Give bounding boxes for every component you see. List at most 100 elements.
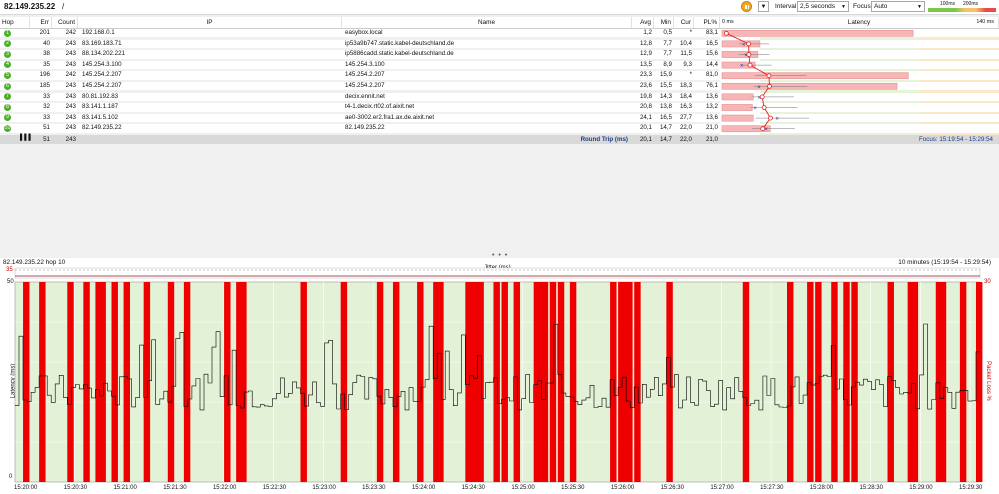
focus-value: Auto: [874, 3, 888, 10]
packet-loss-bar: [626, 282, 633, 482]
x-tick-label: 15:20:00: [14, 485, 38, 491]
cell-min: 16,5: [659, 113, 672, 121]
packet-loss-bar: [721, 72, 909, 80]
summary-avg: 20,1: [639, 136, 652, 143]
cell-count: 242: [65, 71, 76, 79]
cell-cur: 22,0: [679, 124, 692, 132]
packet-loss-bar: [143, 282, 151, 482]
cell-err: 33: [43, 113, 50, 121]
cell-name: ip53a9b747.static.kabel-deutschland.de: [345, 39, 455, 47]
packet-loss-bar: [815, 282, 822, 482]
cell-pl: 13,6: [705, 92, 718, 100]
packet-loss-bar: [843, 282, 850, 482]
hop-number: 6: [4, 82, 11, 90]
chevron-down-icon: ▼: [760, 4, 767, 10]
cell-ip: 80.81.192.83: [82, 92, 119, 100]
packet-loss-bar: [167, 282, 175, 482]
x-tick-label: 15:27:30: [760, 485, 784, 491]
avg-latency-point: [766, 73, 772, 79]
cell-name: 145.254.3.100: [345, 60, 385, 68]
cell-err: 38: [43, 50, 50, 58]
x-tick-label: 15:21:00: [113, 485, 137, 491]
cell-avg: 23,6: [639, 82, 652, 89]
col-err[interactable]: Err: [30, 17, 52, 28]
packet-loss-bar: [99, 282, 106, 482]
cell-count: 243: [65, 124, 76, 132]
hop-number: 3: [4, 50, 11, 58]
pause-dropdown-button[interactable]: ▼: [758, 1, 769, 12]
latency-header-label: Latency: [847, 19, 871, 26]
col-min[interactable]: Min: [654, 17, 674, 28]
cell-count: 243: [65, 39, 76, 47]
x-tick-label: 15:23:00: [312, 485, 336, 491]
cell-pl: 83,1: [705, 29, 718, 36]
cell-count: 243: [65, 92, 76, 100]
hop-number: 7: [4, 93, 11, 101]
packet-loss-bar: [557, 282, 565, 482]
packet-loss-bar: [721, 82, 898, 90]
cell-min: 15,5: [659, 82, 672, 89]
packet-loss-bar: [376, 282, 384, 482]
packet-loss-bar: [300, 282, 307, 482]
cell-min: 7,7: [663, 39, 672, 47]
focus-select[interactable]: Auto ▼: [871, 1, 925, 12]
cell-err: 33: [43, 92, 50, 100]
chevron-down-icon: ▼: [917, 4, 922, 10]
avg-latency-point: [767, 83, 772, 89]
avg-latency-point: [723, 30, 729, 36]
cell-err: 35: [43, 60, 50, 68]
avg-latency-line: [726, 32, 772, 129]
col-count[interactable]: Count: [52, 17, 78, 28]
avg-latency-point: [747, 62, 753, 68]
packet-loss-bar: [224, 282, 231, 482]
packet-loss-bar: [721, 29, 914, 37]
cell-avg: 20,1: [639, 124, 652, 132]
x-tick-label: 15:28:30: [860, 485, 884, 491]
summary-pl: 21,0: [705, 136, 718, 143]
x-tick-label: 15:27:00: [710, 485, 734, 491]
col-ip[interactable]: IP: [78, 17, 342, 28]
legend-200ms: 200ms: [963, 1, 979, 7]
cell-ip: 82.149.235.22: [82, 124, 122, 132]
cell-pl: 16,5: [705, 39, 718, 47]
col-avg[interactable]: Avg: [632, 17, 654, 28]
cell-cur: *: [689, 29, 692, 36]
cell-count: 243: [65, 60, 76, 68]
packet-loss-bar: [569, 282, 577, 482]
cell-name: ae0-3002.er2.fra1.ax.de.aixit.net: [345, 113, 435, 121]
cell-min: 0,5: [663, 29, 672, 36]
cell-min: 8,9: [663, 60, 672, 68]
interval-select[interactable]: 2,5 seconds ▼: [797, 1, 849, 12]
packet-loss-bar: [392, 282, 400, 482]
legend-100ms: 100ms: [940, 1, 956, 7]
packet-loss-bar: [721, 114, 754, 122]
cell-pl: 13,2: [705, 103, 718, 111]
col-latency[interactable]: 0 ms Latency 140 ms: [720, 17, 999, 28]
col-cur[interactable]: Cur: [674, 17, 694, 28]
col-hop[interactable]: Hop: [0, 17, 30, 28]
hop-number: 1: [4, 29, 11, 37]
cell-cur: 27,7: [679, 113, 692, 121]
col-pl[interactable]: PL%: [694, 17, 720, 28]
cell-min: 15,9: [659, 71, 672, 79]
chevron-down-icon: ▼: [841, 4, 846, 10]
packet-loss-bar: [549, 282, 557, 482]
packet-loss-bar: [634, 282, 641, 482]
cell-err: 201: [39, 29, 50, 36]
packet-loss-bar: [911, 282, 919, 482]
cell-ip: 192.168.0.1: [82, 29, 115, 36]
cell-min: 14,7: [659, 124, 672, 132]
cell-ip: 83.169.183.71: [82, 39, 122, 47]
summary-count: 243: [65, 136, 76, 143]
cell-count: 243: [65, 82, 76, 89]
cell-min: 14,3: [659, 92, 672, 100]
current-latency-marker: ×: [757, 85, 761, 91]
target-address: 82.149.235.22: [4, 2, 56, 11]
current-latency-marker: ×: [775, 117, 779, 123]
packet-loss-bar: [340, 282, 348, 482]
focus-label: Focus: [853, 3, 871, 10]
packet-loss-bar: [67, 282, 74, 482]
col-name[interactable]: Name: [342, 17, 632, 28]
jitter-strip: [14, 267, 981, 279]
pause-button[interactable]: [741, 1, 752, 12]
